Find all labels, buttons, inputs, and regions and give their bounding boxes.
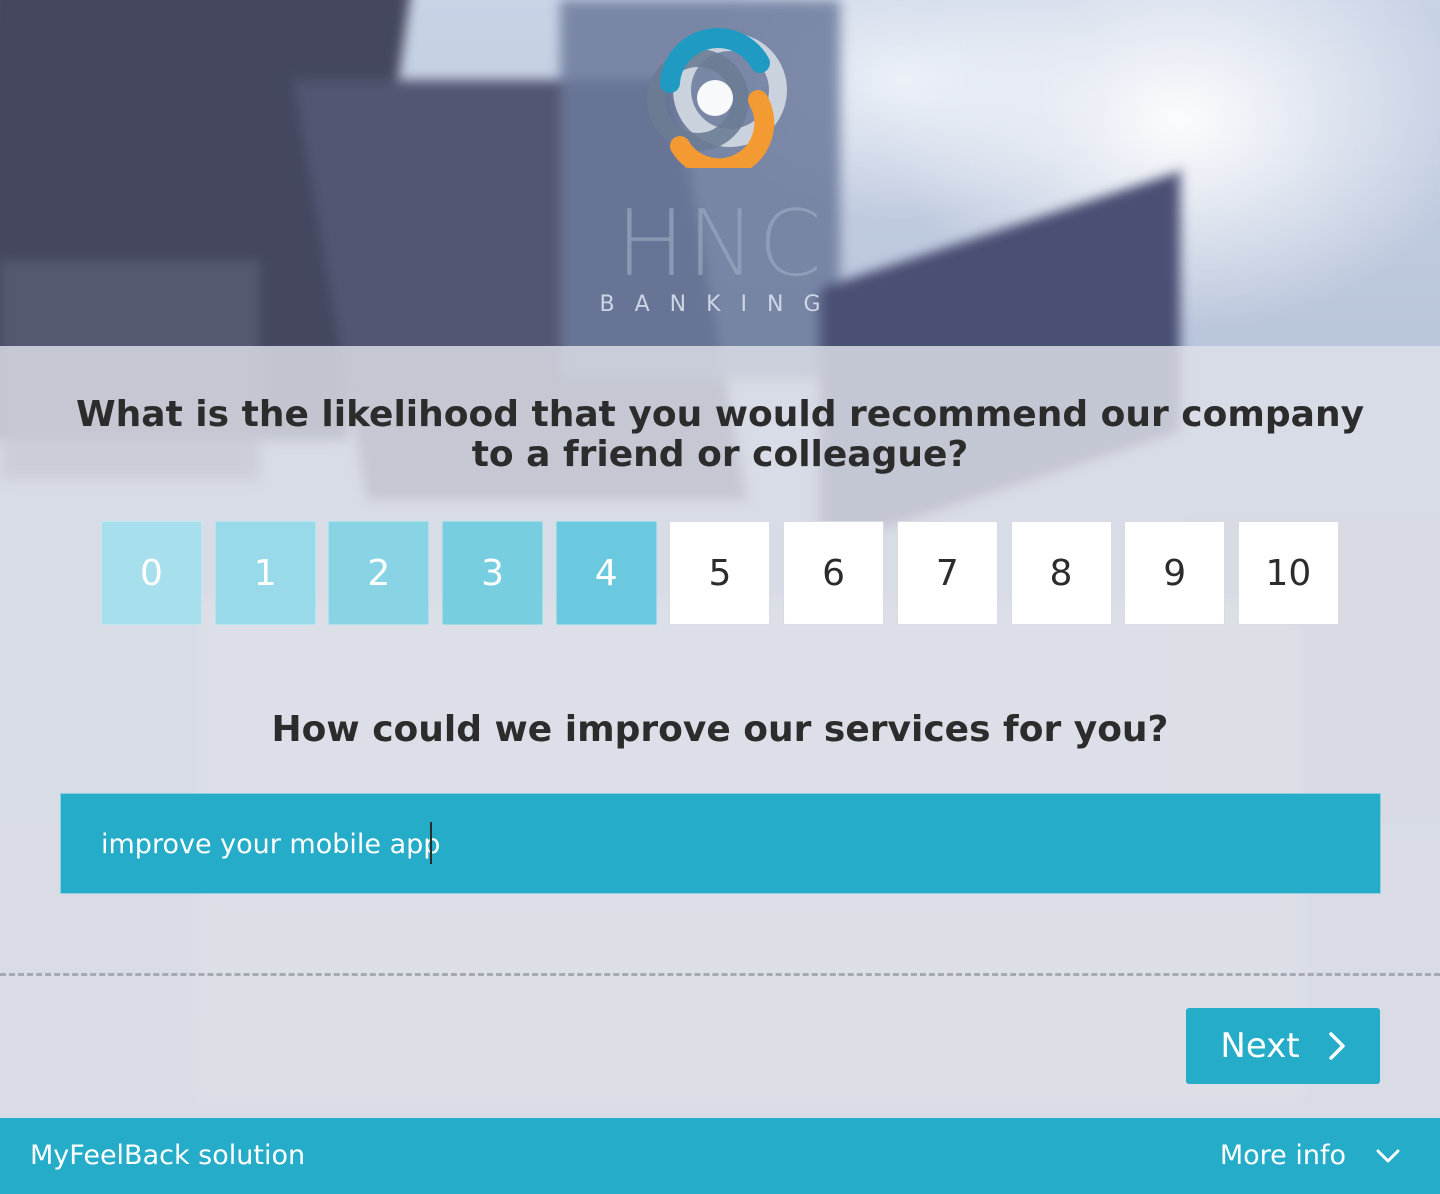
footer-bar: MyFeelBack solution More info — [0, 1118, 1440, 1194]
footer-brand: MyFeelBack solution — [30, 1140, 306, 1171]
nps-option-4[interactable]: 4 — [555, 521, 657, 625]
nps-option-3[interactable]: 3 — [442, 521, 544, 625]
answer-input[interactable] — [99, 794, 1343, 895]
nps-option-5[interactable]: 5 — [669, 521, 771, 625]
nps-option-2[interactable]: 2 — [328, 521, 430, 625]
chevron-down-icon — [1376, 1149, 1400, 1162]
nps-option-10[interactable]: 10 — [1237, 521, 1339, 625]
more-info-label: More info — [1219, 1140, 1346, 1171]
logo-wordmark: HNC — [615, 190, 825, 298]
nps-option-6[interactable]: 6 — [783, 521, 885, 625]
improvement-question: How could we improve our services for yo… — [271, 709, 1169, 750]
more-info-toggle[interactable]: More info — [1220, 1140, 1400, 1171]
nps-option-9[interactable]: 9 — [1124, 521, 1226, 625]
logo-subtitle: BANKING — [599, 292, 841, 317]
next-button[interactable]: Next — [1186, 1008, 1380, 1084]
brand-logo: HNC BANKING — [0, 0, 1440, 346]
logo-mark-icon — [647, 28, 787, 168]
nps-option-7[interactable]: 7 — [896, 521, 998, 625]
nps-option-8[interactable]: 8 — [1010, 521, 1112, 625]
next-button-label: Next — [1220, 1026, 1300, 1066]
nps-question: What is the likelihood that you would re… — [75, 394, 1365, 475]
nps-option-0[interactable]: 0 — [101, 521, 202, 625]
section-divider — [0, 973, 1440, 976]
chevron-right-icon — [1328, 1032, 1345, 1060]
answer-field[interactable] — [60, 793, 1381, 895]
nps-option-1[interactable]: 1 — [214, 521, 316, 625]
nps-scale: 0 1 2 3 4 5 6 7 8 9 10 — [101, 521, 1352, 627]
text-caret — [430, 822, 432, 864]
